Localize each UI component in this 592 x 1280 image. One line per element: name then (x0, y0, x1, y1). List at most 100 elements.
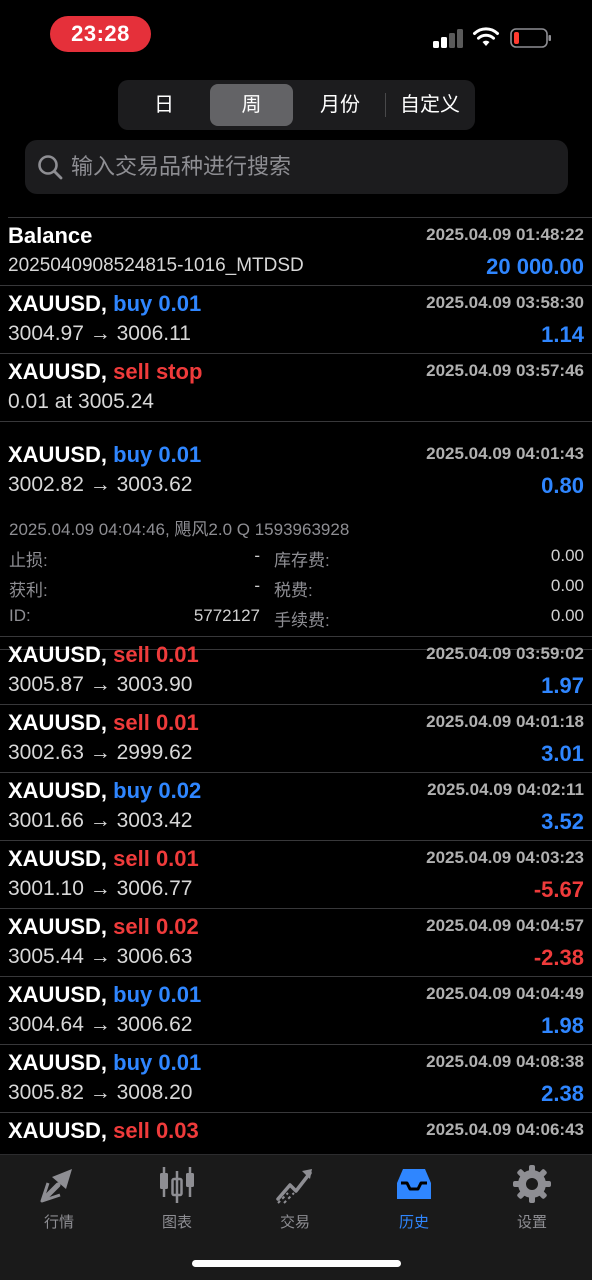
tax-label: 税费: (274, 581, 313, 600)
trade-symbol: XAUUSD, (8, 778, 108, 803)
trade-time: 2025.04.09 04:04:57 (426, 916, 584, 935)
trade-time: 2025.04.09 04:01:18 (426, 712, 584, 731)
table-row[interactable]: XAUUSD, sell stop 2025.04.09 03:57:46 0.… (0, 354, 592, 422)
trade-prices: 3002.63 → 2999.62 (8, 741, 193, 764)
id-label: ID: (9, 606, 31, 625)
tab-trade[interactable]: 交易 (245, 1163, 345, 1233)
trade-symbol: XAUUSD, (8, 291, 108, 316)
search-icon (38, 155, 63, 180)
trade-action: sell 0.02 (113, 914, 199, 939)
trade-title: XAUUSD, buy 0.01 (8, 442, 201, 468)
trade-time: 2025.04.09 04:04:49 (426, 984, 584, 1003)
trade-profit: -2.38 (533, 945, 584, 970)
id-value: 5772127 (193, 606, 260, 625)
trade-comment: 2025.04.09 04:04:46, 飓风2.0 Q 1593963928 (9, 520, 350, 539)
trade-profit: 2.38 (541, 1081, 584, 1106)
trade-symbol: XAUUSD, (8, 442, 108, 467)
trade-symbol: XAUUSD, (8, 846, 108, 871)
candlestick-chart-icon (160, 1167, 194, 1203)
trade-action: sell 0.01 (113, 710, 199, 735)
segment-divider (385, 93, 386, 117)
trade-profit: 3.01 (541, 741, 584, 766)
trade-action: buy 0.01 (113, 1050, 202, 1075)
trade-action: buy 0.01 (113, 442, 202, 467)
table-row[interactable]: XAUUSD, buy 0.02 2025.04.09 04:02:11 3001.… (0, 773, 592, 841)
cellular-signal-icon (433, 28, 465, 48)
trade-symbol: XAUUSD, (8, 710, 108, 735)
tp-label: 获利: (9, 581, 48, 600)
trade-title: XAUUSD, buy 0.01 (8, 1050, 201, 1076)
trade-action: sell stop (113, 359, 203, 384)
trade-title: XAUUSD, sell 0.01 (8, 710, 199, 736)
tab-label: 图表 (161, 1214, 192, 1231)
trade-title: XAUUSD, sell 0.03 (8, 1118, 199, 1144)
tab-settings[interactable]: 设置 (482, 1163, 582, 1233)
gear-icon (513, 1165, 551, 1203)
search-bar (25, 140, 568, 194)
balance-row[interactable]: Balance 2025.04.09 01:48:22 202504090852… (0, 218, 592, 286)
trade-action: sell 0.01 (113, 846, 199, 871)
trade-title: XAUUSD, sell 0.01 (8, 846, 199, 872)
tab-charts[interactable]: 图表 (127, 1163, 227, 1233)
trade-profit: 1.98 (541, 1013, 584, 1038)
tab-label: 设置 (516, 1214, 547, 1231)
trade-symbol: XAUUSD, (8, 982, 108, 1007)
trade-profit: 0.80 (541, 473, 584, 498)
status-time: 23:28 (50, 16, 151, 52)
history-list-continued[interactable]: XAUUSD, sell 0.01 2025.04.09 03:59:02 3005… (0, 636, 592, 1154)
trade-prices: 3001.10 → 3006.77 (8, 877, 193, 900)
trade-time: 2025.04.09 04:02:11 (427, 780, 584, 799)
tab-month[interactable]: 月份 (298, 84, 382, 126)
balance-time: 2025.04.09 01:48:22 (426, 225, 584, 244)
trade-time: 2025.04.09 04:03:23 (426, 848, 584, 867)
trade-title: XAUUSD, buy 0.01 (8, 291, 201, 317)
period-segmented-control: 日 周 月份 自定义 (118, 80, 475, 130)
trade-time: 2025.04.09 04:08:38 (426, 1052, 584, 1071)
tab-history[interactable]: 历史 (364, 1163, 464, 1233)
table-row[interactable]: XAUUSD, sell 0.02 2025.04.09 04:04:57 3005… (0, 909, 592, 977)
balance-title: Balance (8, 223, 93, 248)
trade-time: 2025.04.09 03:57:46 (426, 361, 584, 380)
order-details: 0.01 at 3005.24 (8, 390, 154, 413)
table-row[interactable]: XAUUSD, sell 0.03 2025.04.09 04:06:43 (0, 1113, 592, 1154)
tab-label: 历史 (398, 1214, 429, 1231)
table-row[interactable]: XAUUSD, buy 0.01 2025.04.09 04:08:38 3005.… (0, 1045, 592, 1113)
tp-value: - (254, 576, 260, 595)
tab-week[interactable]: 周 (210, 84, 293, 126)
trade-prices: 3001.66 → 3003.42 (8, 809, 193, 832)
trade-action: buy 0.01 (113, 982, 202, 1007)
trade-symbol: XAUUSD, (8, 359, 108, 384)
tab-label: 行情 (43, 1214, 74, 1231)
tab-custom[interactable]: 自定义 (388, 84, 472, 126)
trade-action: sell 0.01 (113, 642, 199, 667)
table-row[interactable]: XAUUSD, buy 0.01 2025.04.09 04:04:49 3004.… (0, 977, 592, 1045)
trade-prices: 3005.44 → 3006.63 (8, 945, 193, 968)
table-row[interactable]: XAUUSD, sell 0.01 2025.04.09 04:01:18 3002… (0, 705, 592, 773)
trade-symbol: XAUUSD, (8, 1118, 108, 1143)
table-row[interactable]: XAUUSD, sell 0.01 2025.04.09 04:03:23 3001… (0, 841, 592, 909)
tab-label: 交易 (279, 1214, 310, 1231)
history-inbox-icon (397, 1169, 431, 1199)
wifi-icon (473, 27, 499, 46)
trade-prices: 3004.64 → 3006.62 (8, 1013, 193, 1036)
search-input[interactable] (71, 140, 551, 194)
table-row[interactable]: XAUUSD, sell 0.01 2025.04.09 03:59:02 3005… (0, 637, 592, 705)
tab-quotes[interactable]: 行情 (9, 1163, 109, 1233)
trade-title: XAUUSD, sell 0.02 (8, 914, 199, 940)
trade-action: buy 0.01 (113, 291, 202, 316)
table-row[interactable]: XAUUSD, buy 0.01 2025.04.09 03:58:30 300… (0, 286, 592, 354)
swap-value: 0.00 (550, 546, 584, 565)
trade-prices: 3005.82 → 3008.20 (8, 1081, 193, 1104)
trade-time: 2025.04.09 03:58:30 (426, 293, 584, 312)
trade-title: XAUUSD, buy 0.01 (8, 982, 201, 1008)
trade-action: buy 0.02 (113, 778, 202, 803)
trade-time: 2025.04.09 04:06:43 (426, 1120, 584, 1139)
trade-time: 2025.04.09 04:01:43 (426, 444, 584, 463)
tab-day[interactable]: 日 (122, 84, 206, 126)
trade-profit: 1.14 (541, 322, 584, 347)
trade-symbol: XAUUSD, (8, 642, 108, 667)
quotes-arrows-icon (40, 1169, 72, 1203)
home-indicator (192, 1260, 401, 1267)
trade-title: XAUUSD, sell stop (8, 359, 202, 385)
status-bar: 23:28 (0, 0, 592, 70)
